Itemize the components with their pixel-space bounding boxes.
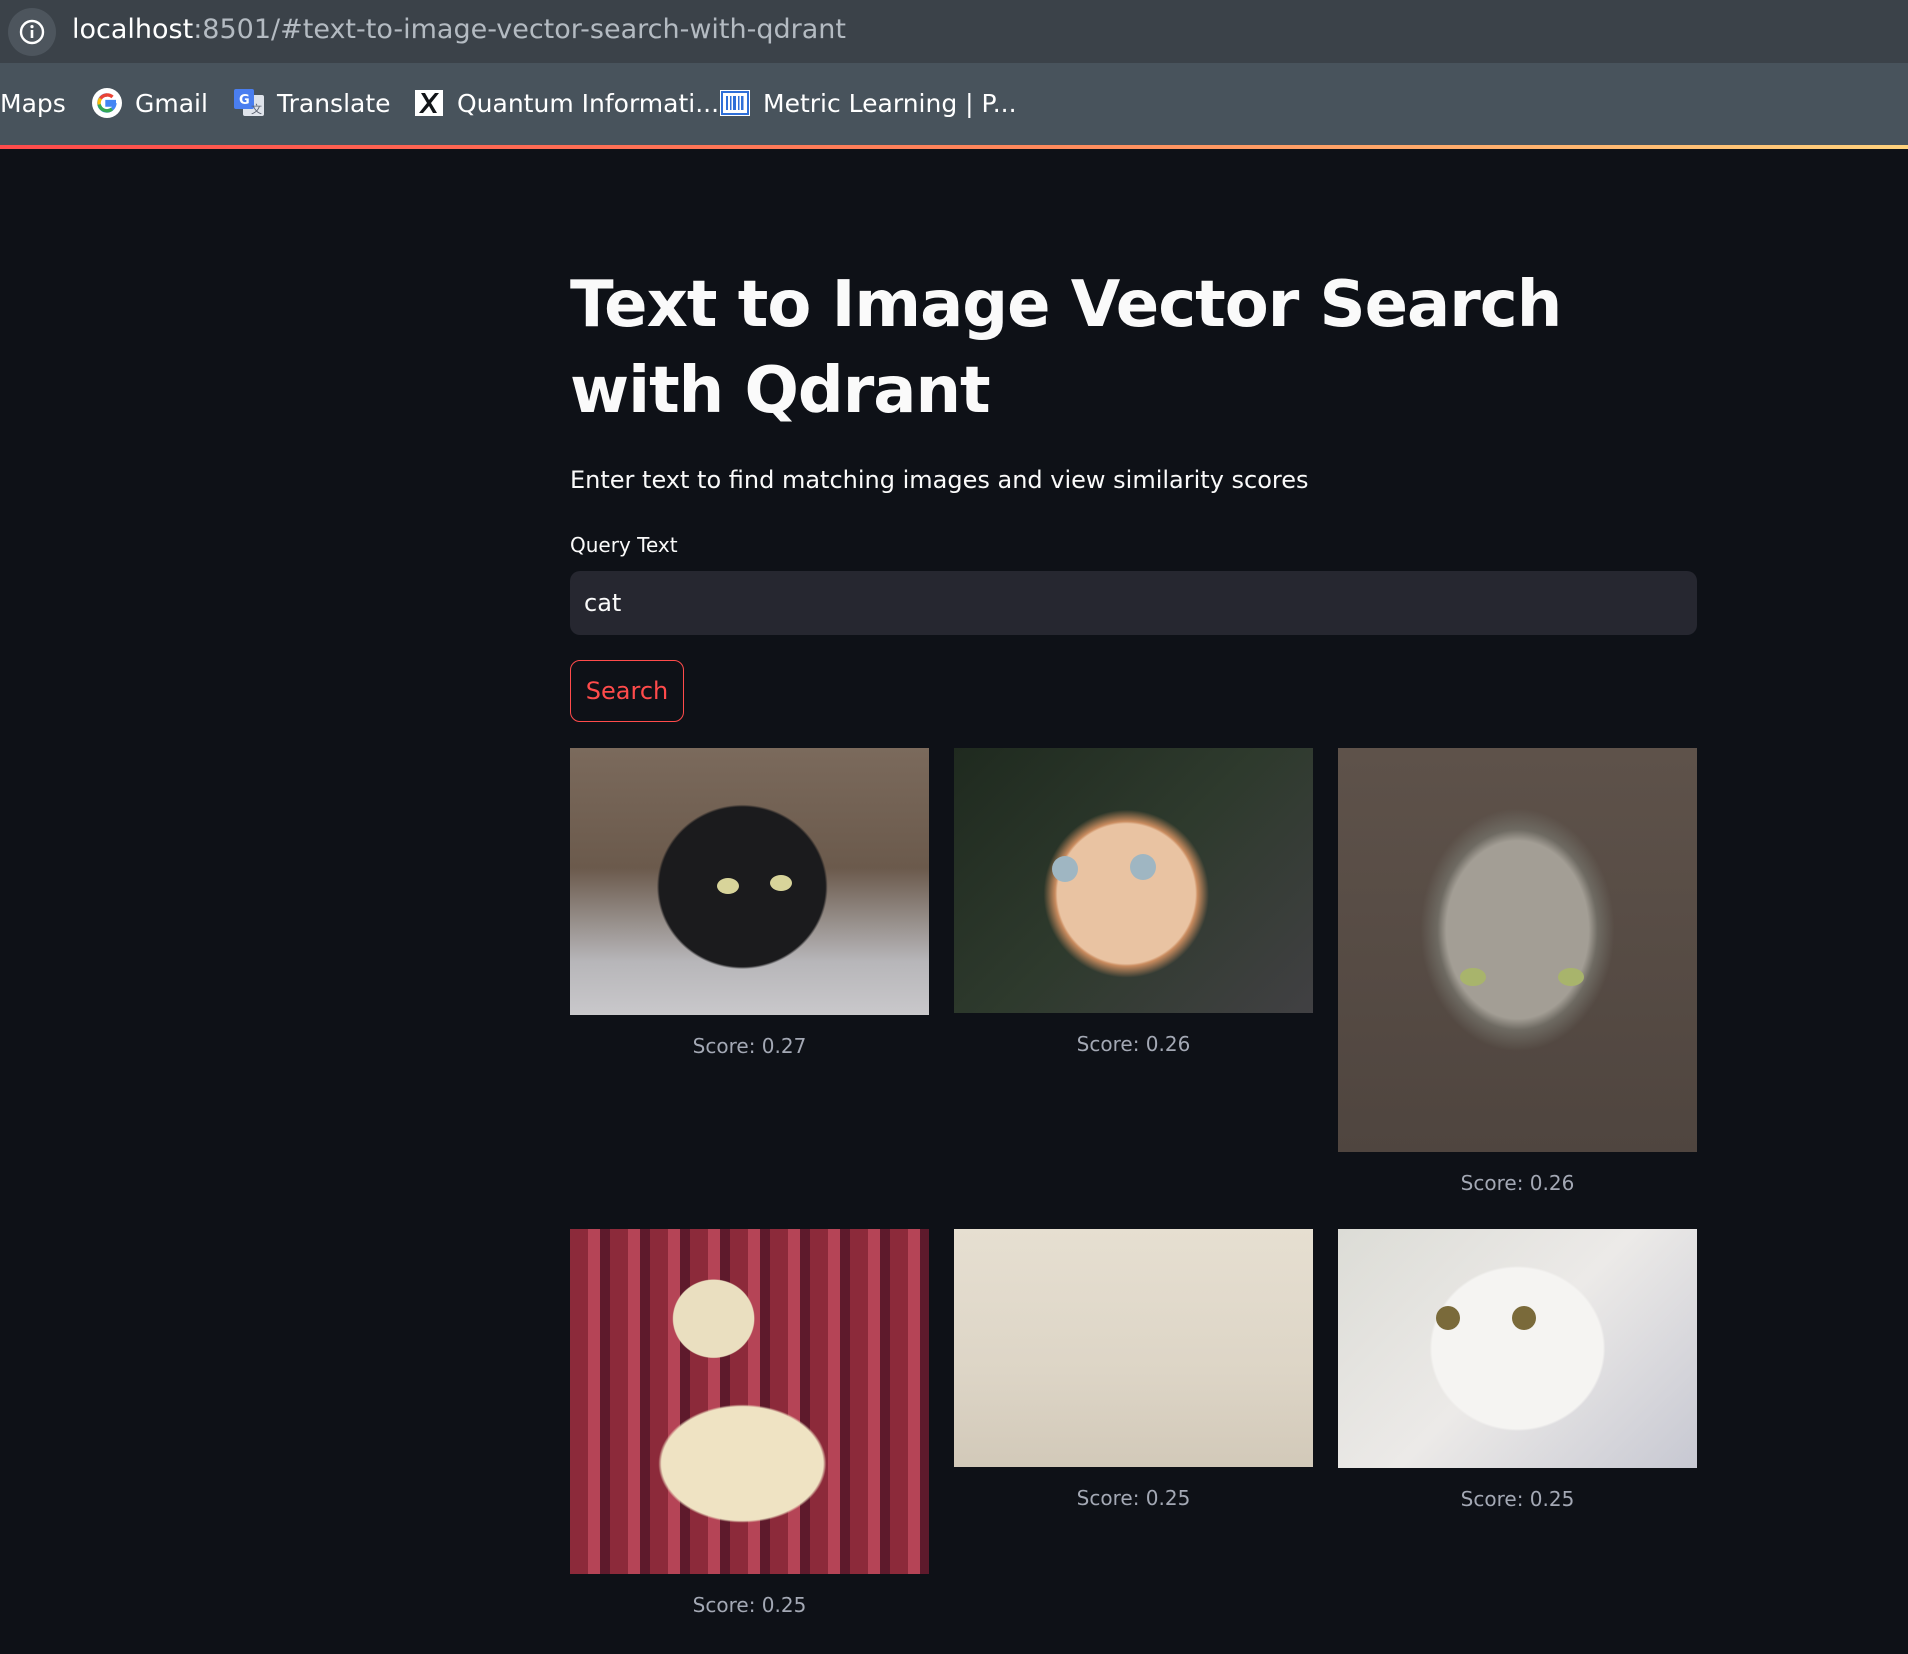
url-path: :8501/#text-to-image-vector-search-with-… (193, 14, 846, 45)
result-score: Score: 0.25 (1460, 1487, 1575, 1511)
bookmark-label: Gmail (135, 88, 208, 118)
bookmark-label: Maps (0, 88, 66, 118)
bookmark-translate[interactable]: G 文 Translate (233, 81, 391, 125)
bookmarks-bar: Maps Gmail G 文 Translate Quantum Informa… (0, 63, 1908, 145)
barcode-icon (719, 87, 751, 119)
bookmark-label: Translate (277, 88, 391, 118)
browser-url-bar[interactable]: localhost:8501/#text-to-image-vector-sea… (0, 0, 1908, 63)
google-icon (91, 87, 123, 119)
bookmark-metric-learning[interactable]: Metric Learning | P... (719, 81, 1017, 125)
bookmark-maps[interactable]: Maps (0, 81, 66, 125)
result-image-ferret (570, 1229, 929, 1574)
url-text[interactable]: localhost:8501/#text-to-image-vector-sea… (72, 12, 846, 48)
translate-icon: G 文 (233, 87, 265, 119)
result-card: Score: 0.25 (570, 1229, 929, 1620)
x-icon (413, 87, 445, 119)
search-button[interactable]: Search (570, 660, 684, 722)
page-subtitle: Enter text to find matching images and v… (570, 466, 1309, 494)
result-score: Score: 0.27 (692, 1034, 807, 1058)
result-image-plain-surface (954, 1229, 1313, 1467)
result-image-black-cat (570, 748, 929, 1015)
svg-text:G: G (239, 93, 250, 108)
result-card: Score: 0.25 (954, 1229, 1313, 1513)
bookmark-gmail[interactable]: Gmail (91, 81, 208, 125)
result-score: Score: 0.26 (1460, 1171, 1575, 1195)
result-image-tabby-cat (1338, 748, 1697, 1152)
result-card: Score: 0.27 (570, 748, 929, 1061)
result-score: Score: 0.26 (1076, 1032, 1191, 1056)
result-card: Score: 0.26 (954, 748, 1313, 1059)
svg-text:文: 文 (251, 102, 262, 116)
bookmark-label: Metric Learning | P... (763, 88, 1017, 118)
url-host: localhost (72, 14, 194, 45)
header-decoration-line (0, 145, 1908, 149)
bookmark-quantum-information[interactable]: Quantum Informati... (413, 81, 719, 125)
result-image-white-cat (1338, 1229, 1697, 1468)
query-text-input[interactable] (570, 571, 1697, 635)
bookmark-label: Quantum Informati... (457, 88, 720, 118)
result-card: Score: 0.26 (1338, 748, 1697, 1198)
result-image-orange-kitten (954, 748, 1313, 1013)
page-title: Text to Image Vector Search with Qdrant (570, 268, 1562, 428)
result-card: Score: 0.25 (1338, 1229, 1697, 1514)
site-info-icon[interactable] (8, 8, 56, 56)
query-text-label: Query Text (570, 533, 678, 557)
result-score: Score: 0.25 (1076, 1486, 1191, 1510)
result-score: Score: 0.25 (692, 1593, 807, 1617)
